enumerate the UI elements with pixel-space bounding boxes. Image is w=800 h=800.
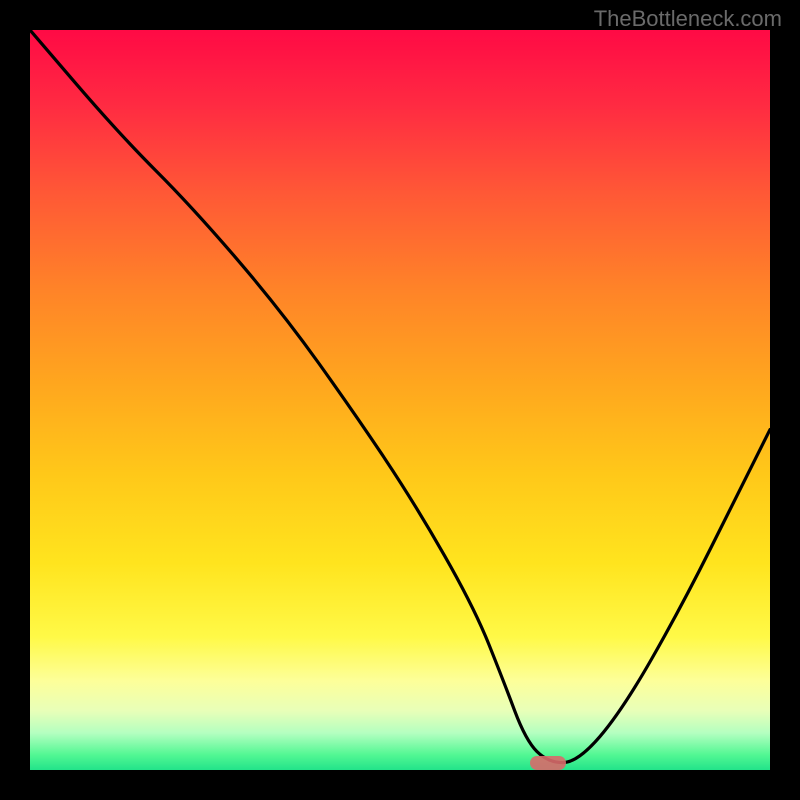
watermark-text: TheBottleneck.com — [594, 6, 782, 32]
curve-path — [30, 30, 770, 763]
bottleneck-curve — [30, 30, 770, 770]
plot-area — [30, 30, 770, 770]
optimal-marker — [530, 756, 566, 770]
